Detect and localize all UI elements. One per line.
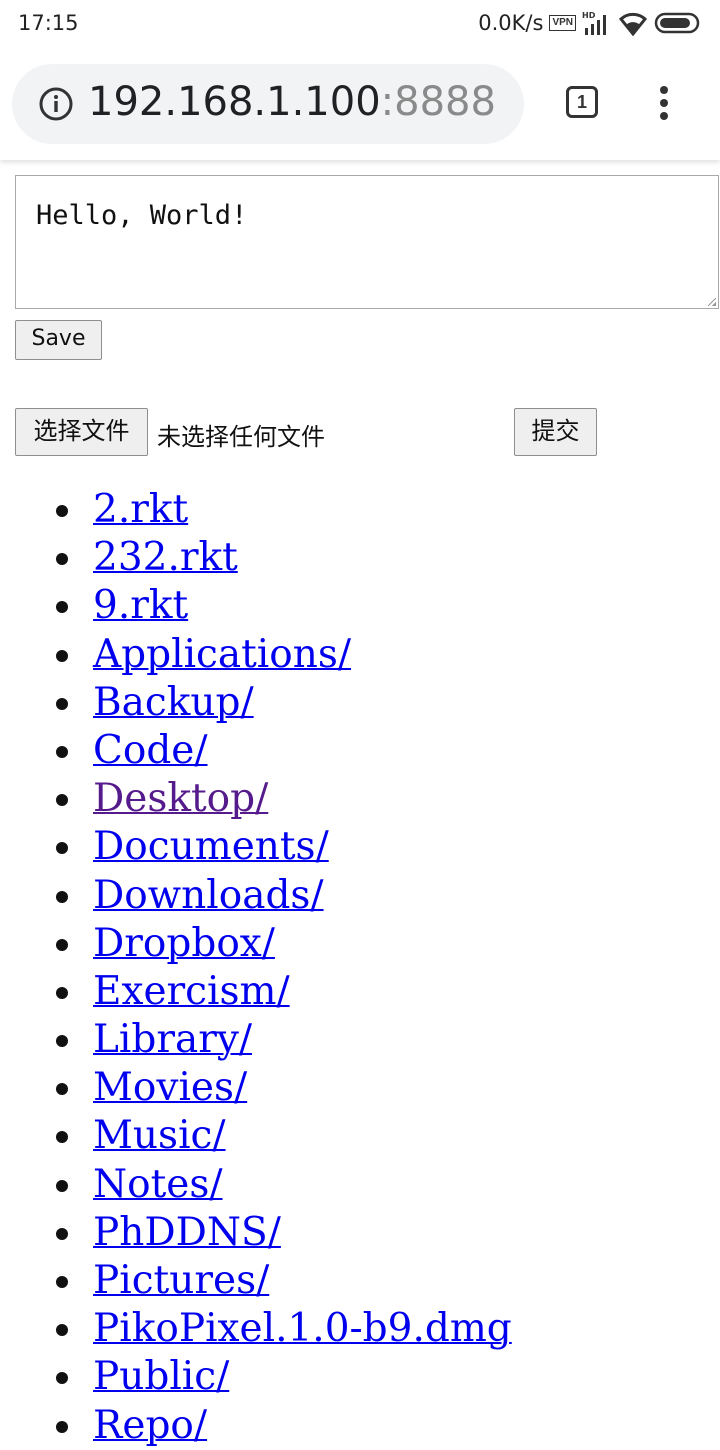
- address-bar[interactable]: 192.168.1.100:8888: [12, 64, 524, 144]
- bullet-icon: [56, 1035, 68, 1048]
- bullet-icon: [56, 553, 68, 566]
- list-item: 232.rkt: [0, 534, 720, 582]
- file-link[interactable]: Movies/: [93, 1064, 247, 1112]
- list-item: Documents/: [0, 823, 720, 871]
- list-item: Dropbox/: [0, 920, 720, 968]
- file-link[interactable]: Downloads/: [93, 872, 324, 920]
- file-link[interactable]: Code/: [93, 727, 208, 775]
- bullet-icon: [56, 938, 68, 951]
- bullet-icon: [56, 745, 68, 758]
- hd-label: HD: [582, 11, 596, 20]
- list-item: Backup/: [0, 679, 720, 727]
- list-item: Music/: [0, 1112, 720, 1160]
- bullet-icon: [56, 697, 68, 710]
- list-item: Applications/: [0, 631, 720, 679]
- file-link[interactable]: Music/: [93, 1112, 226, 1160]
- list-item: Library/: [0, 1016, 720, 1064]
- bullet-icon: [56, 986, 68, 999]
- bullet-icon: [56, 1372, 68, 1385]
- network-speed: 0.0K/s: [478, 11, 544, 35]
- signal-icon: HD: [582, 11, 606, 35]
- vpn-icon: VPN: [549, 15, 576, 31]
- choose-file-button[interactable]: 选择文件: [15, 408, 148, 456]
- status-bar: 17:15 0.0K/s VPN HD: [0, 0, 720, 50]
- file-link[interactable]: Backup/: [93, 679, 254, 727]
- list-item: Repo/: [0, 1402, 720, 1450]
- tab-switcher-button[interactable]: 1: [566, 86, 598, 118]
- status-icons: 0.0K/s VPN HD: [478, 10, 702, 36]
- bullet-icon: [56, 1276, 68, 1288]
- file-link[interactable]: Repo/: [93, 1402, 207, 1450]
- resize-handle-icon[interactable]: [708, 298, 716, 306]
- list-item: 2.rkt: [0, 486, 720, 534]
- list-item: Notes/: [0, 1161, 720, 1209]
- list-item: PikoPixel.1.0-b9.dmg: [0, 1305, 720, 1353]
- bullet-icon: [56, 601, 68, 614]
- bullet-icon: [56, 505, 68, 517]
- file-list: 2.rkt 232.rkt 9.rkt Applications/Backup/Cod…: [0, 486, 720, 1450]
- file-link[interactable]: Library/: [93, 1016, 252, 1064]
- browser-toolbar: 192.168.1.100:8888 1: [0, 50, 720, 160]
- no-file-label: 未选择任何文件: [157, 423, 325, 451]
- file-link[interactable]: Pictures/: [93, 1257, 269, 1305]
- url-text[interactable]: 192.168.1.100:8888: [88, 79, 496, 125]
- list-item: Movies/: [0, 1064, 720, 1112]
- bullet-icon: [56, 1179, 68, 1192]
- file-link[interactable]: Public/: [93, 1353, 229, 1401]
- info-icon[interactable]: [38, 86, 74, 122]
- file-link[interactable]: Documents/: [93, 823, 329, 871]
- file-link[interactable]: 232.rkt: [93, 534, 238, 582]
- battery-icon: [654, 12, 700, 34]
- bullet-icon: [56, 1227, 68, 1240]
- overflow-menu-icon[interactable]: [654, 86, 674, 124]
- file-link[interactable]: 2.rkt: [93, 486, 188, 534]
- file-link[interactable]: PikoPixel.1.0-b9.dmg: [93, 1305, 512, 1353]
- file-link[interactable]: PhDDNS/: [93, 1209, 281, 1257]
- bullet-icon: [56, 890, 68, 903]
- url-host: 192.168.1.100: [88, 79, 381, 125]
- bullet-icon: [56, 842, 68, 855]
- file-link[interactable]: Applications/: [93, 631, 351, 679]
- bullet-icon: [56, 649, 68, 662]
- text-editor[interactable]: Hello, World!: [15, 175, 719, 309]
- status-time: 17:15: [18, 11, 79, 35]
- wifi-icon: [618, 12, 648, 36]
- bullet-icon: [56, 1324, 68, 1337]
- save-button[interactable]: Save: [15, 320, 102, 360]
- file-link[interactable]: Notes/: [93, 1161, 223, 1209]
- bullet-icon: [56, 794, 68, 807]
- list-item: Desktop/: [0, 775, 720, 823]
- file-link[interactable]: Dropbox/: [93, 920, 275, 968]
- submit-button[interactable]: 提交: [514, 408, 597, 456]
- list-item: Downloads/: [0, 872, 720, 920]
- list-item: Code/: [0, 727, 720, 775]
- file-link[interactable]: 9.rkt: [93, 582, 188, 630]
- file-link[interactable]: Exercism/: [93, 968, 290, 1016]
- editor-text: Hello, World!: [36, 200, 248, 231]
- list-item: PhDDNS/: [0, 1209, 720, 1257]
- list-item: Public/: [0, 1353, 720, 1401]
- file-link[interactable]: Desktop/: [93, 775, 268, 823]
- bullet-icon: [56, 1131, 68, 1144]
- list-item: 9.rkt: [0, 582, 720, 630]
- list-item: Pictures/: [0, 1257, 720, 1305]
- bullet-icon: [56, 1083, 68, 1096]
- url-port: :8888: [380, 79, 496, 125]
- bullet-icon: [56, 1420, 68, 1433]
- list-item: Exercism/: [0, 968, 720, 1016]
